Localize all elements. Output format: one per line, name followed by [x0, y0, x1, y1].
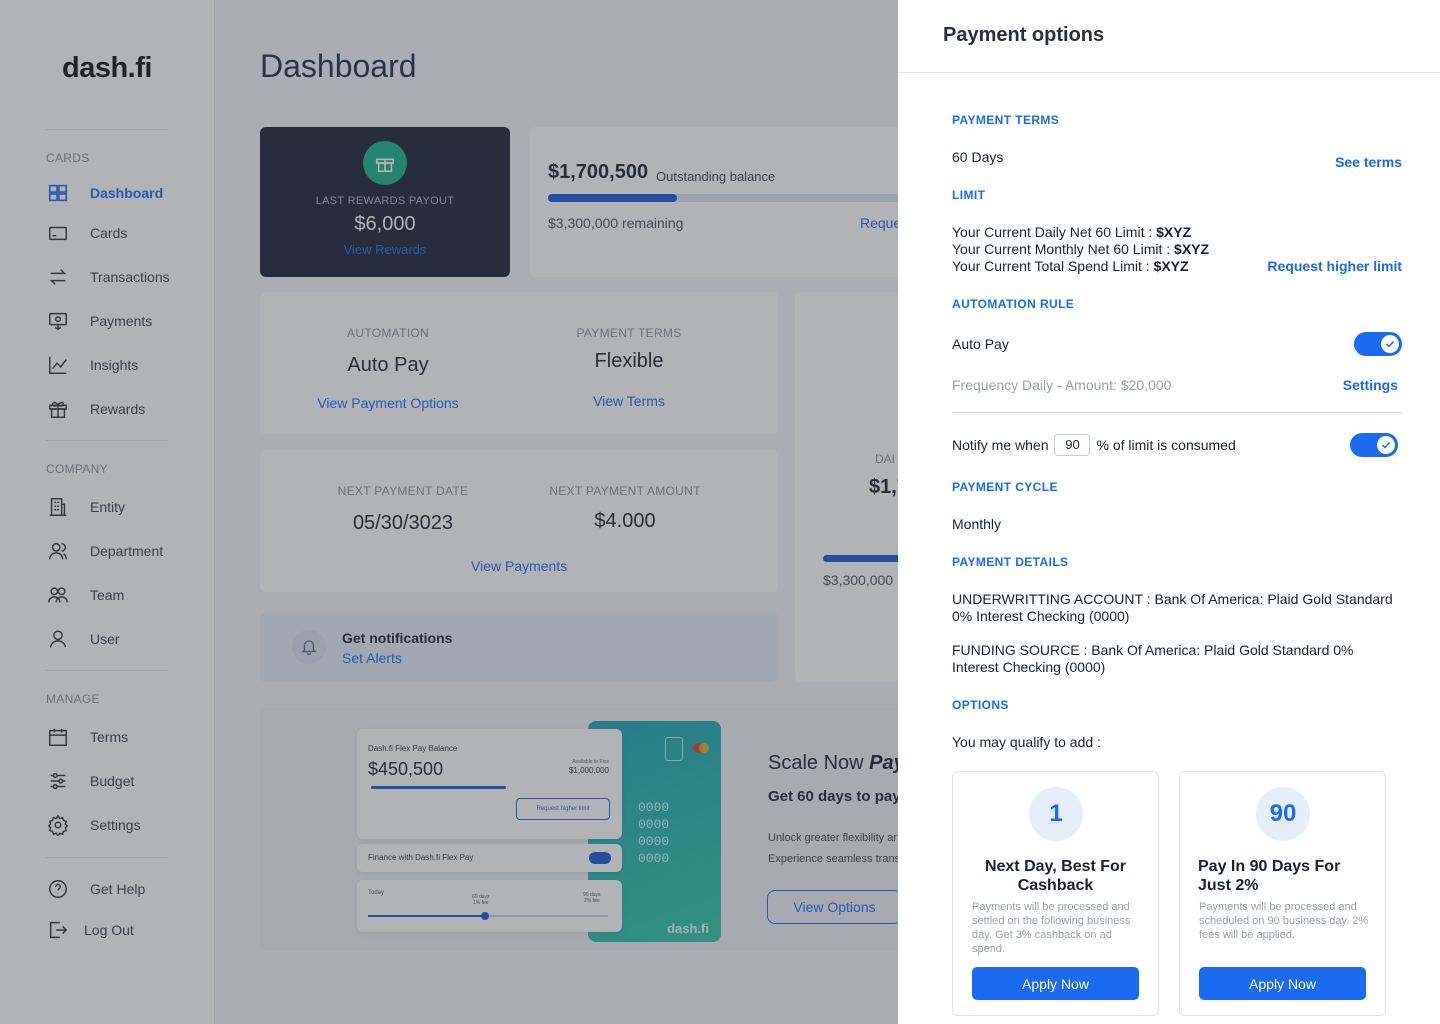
notify-threshold-input[interactable]: 90	[1054, 434, 1091, 456]
options-heading: OPTIONS	[952, 698, 1009, 712]
divider	[952, 412, 1402, 413]
notify-suffix: % of limit is consumed	[1096, 436, 1236, 453]
drawer-header: Payment options	[898, 0, 1440, 73]
automation-rule-heading: AUTOMATION RULE	[952, 297, 1075, 311]
daily-limit-row: Your Current Daily Net 60 Limit : $XYZ	[952, 224, 1191, 241]
payment-options-drawer: Payment options PAYMENT TERMS 60 Days Se…	[898, 0, 1440, 1024]
notify-row: Notify me when 90 % of limit is consumed	[952, 434, 1236, 456]
auto-pay-label: Auto Pay	[952, 336, 1009, 352]
notify-toggle[interactable]	[1350, 433, 1398, 457]
payment-cycle-value: Monthly	[952, 516, 1002, 532]
monthly-limit-label: Your Current Monthly Net 60 Limit :	[952, 241, 1175, 257]
modal-backdrop[interactable]	[0, 0, 898, 1024]
payment-cycle-heading: PAYMENT CYCLE	[952, 480, 1058, 494]
request-higher-limit-link[interactable]: Request higher limit	[1267, 258, 1402, 274]
underwriting-label: UNDERWRITTING ACCOUNT :	[952, 591, 1155, 607]
option-card-next-day: 1 Next Day, Best For Cashback Payments w…	[952, 771, 1159, 1016]
toggle-knob	[1377, 436, 1395, 454]
options-intro: You may qualify to add :	[952, 734, 1101, 750]
total-limit-label: Your Current Total Spend Limit :	[952, 258, 1154, 274]
toggle-knob	[1381, 335, 1399, 353]
auto-pay-toggle[interactable]	[1354, 332, 1402, 356]
option-description: Payments will be processed and scheduled…	[1199, 901, 1369, 941]
payment-terms-value: 60 Days	[952, 149, 1004, 165]
payment-terms-heading: PAYMENT TERMS	[952, 113, 1060, 127]
option-title: Next Day, Best For Cashback	[984, 858, 1127, 894]
payment-details-heading: PAYMENT DETAILS	[952, 555, 1069, 569]
limit-heading: LIMIT	[952, 188, 986, 202]
total-limit-row: Your Current Total Spend Limit : $XYZ	[952, 258, 1189, 275]
check-icon	[1381, 441, 1391, 449]
funding-source-label: FUNDING SOURCE :	[952, 642, 1092, 658]
apply-now-button[interactable]: Apply Now	[972, 967, 1139, 1000]
monthly-limit-value: $XYZ	[1174, 241, 1210, 257]
option-badge: 90	[1256, 787, 1310, 841]
notify-prefix: Notify me when	[952, 436, 1049, 453]
option-description: Payments will be processed and settled o…	[972, 901, 1131, 955]
check-icon	[1385, 340, 1395, 348]
funding-source: FUNDING SOURCE : Bank Of America: Plaid …	[952, 642, 1402, 676]
see-terms-link[interactable]: See terms	[1335, 154, 1402, 170]
daily-limit-label: Your Current Daily Net 60 Limit :	[952, 224, 1157, 240]
apply-now-button[interactable]: Apply Now	[1199, 967, 1366, 1000]
monthly-limit-row: Your Current Monthly Net 60 Limit : $XYZ	[952, 241, 1209, 258]
daily-limit-value: $XYZ	[1156, 224, 1192, 240]
drawer-title: Payment options	[943, 24, 1105, 46]
frequency-text: Frequency Daily - Amount: $20,000	[952, 377, 1172, 393]
underwriting-account: UNDERWRITTING ACCOUNT : Bank Of America:…	[952, 591, 1402, 625]
option-card-90-days: 90 Pay In 90 Days For Just 2% Payments w…	[1179, 771, 1386, 1016]
total-limit-value: $XYZ	[1153, 258, 1189, 274]
automation-settings-link[interactable]: Settings	[1343, 377, 1398, 393]
option-badge: 1	[1029, 787, 1083, 841]
option-title: Pay In 90 Days For Just 2%	[1198, 858, 1341, 894]
